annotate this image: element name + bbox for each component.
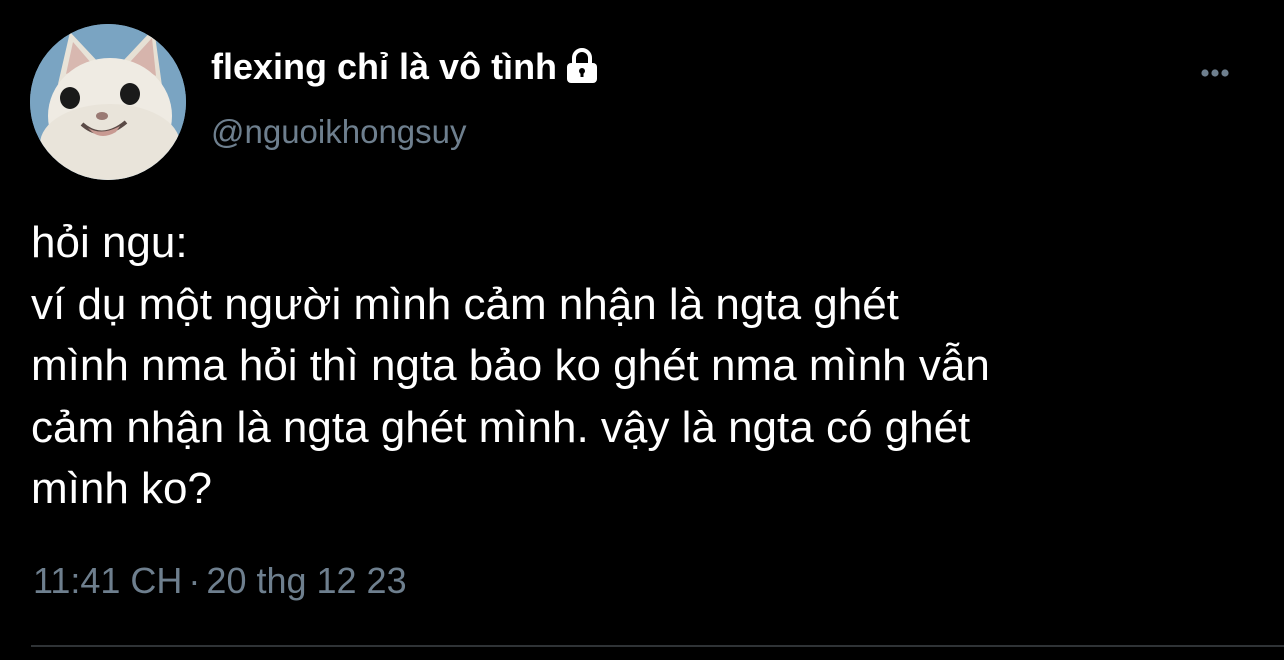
tweet-text: hỏi ngu: ví dụ một người mình cảm nhận l… — [31, 212, 1271, 520]
tweet-text-line: mình ko? — [31, 464, 212, 513]
tweet: flexing chỉ là vô tình @nguoikhongsuy hỏ… — [0, 0, 1284, 660]
tweet-date[interactable]: 20 thg 12 23 — [206, 560, 406, 601]
lock-icon — [565, 47, 599, 87]
meta-separator: · — [188, 560, 201, 601]
divider — [31, 645, 1284, 647]
user-handle[interactable]: @nguoikhongsuy — [211, 113, 467, 151]
tweet-timestamp[interactable]: 11:41 CH · 20 thg 12 23 — [33, 560, 407, 602]
user-name-row[interactable]: flexing chỉ là vô tình — [211, 44, 599, 90]
more-horizontal-icon — [1201, 69, 1229, 77]
tweet-text-line: ví dụ một người mình cảm nhận là ngta gh… — [31, 279, 899, 329]
tweet-text-line: hỏi ngu: — [31, 218, 188, 267]
avatar[interactable] — [30, 24, 186, 180]
display-name[interactable]: flexing chỉ là vô tình — [211, 46, 557, 88]
tweet-text-line: cảm nhận là ngta ghét mình. vậy là ngta … — [31, 402, 971, 452]
more-options-button[interactable] — [1196, 58, 1244, 88]
tweet-text-line: mình nma hỏi thì ngta bảo ko ghét nma mì… — [31, 341, 990, 390]
cat-avatar-icon — [30, 24, 186, 180]
tweet-time[interactable]: 11:41 CH — [33, 560, 182, 601]
